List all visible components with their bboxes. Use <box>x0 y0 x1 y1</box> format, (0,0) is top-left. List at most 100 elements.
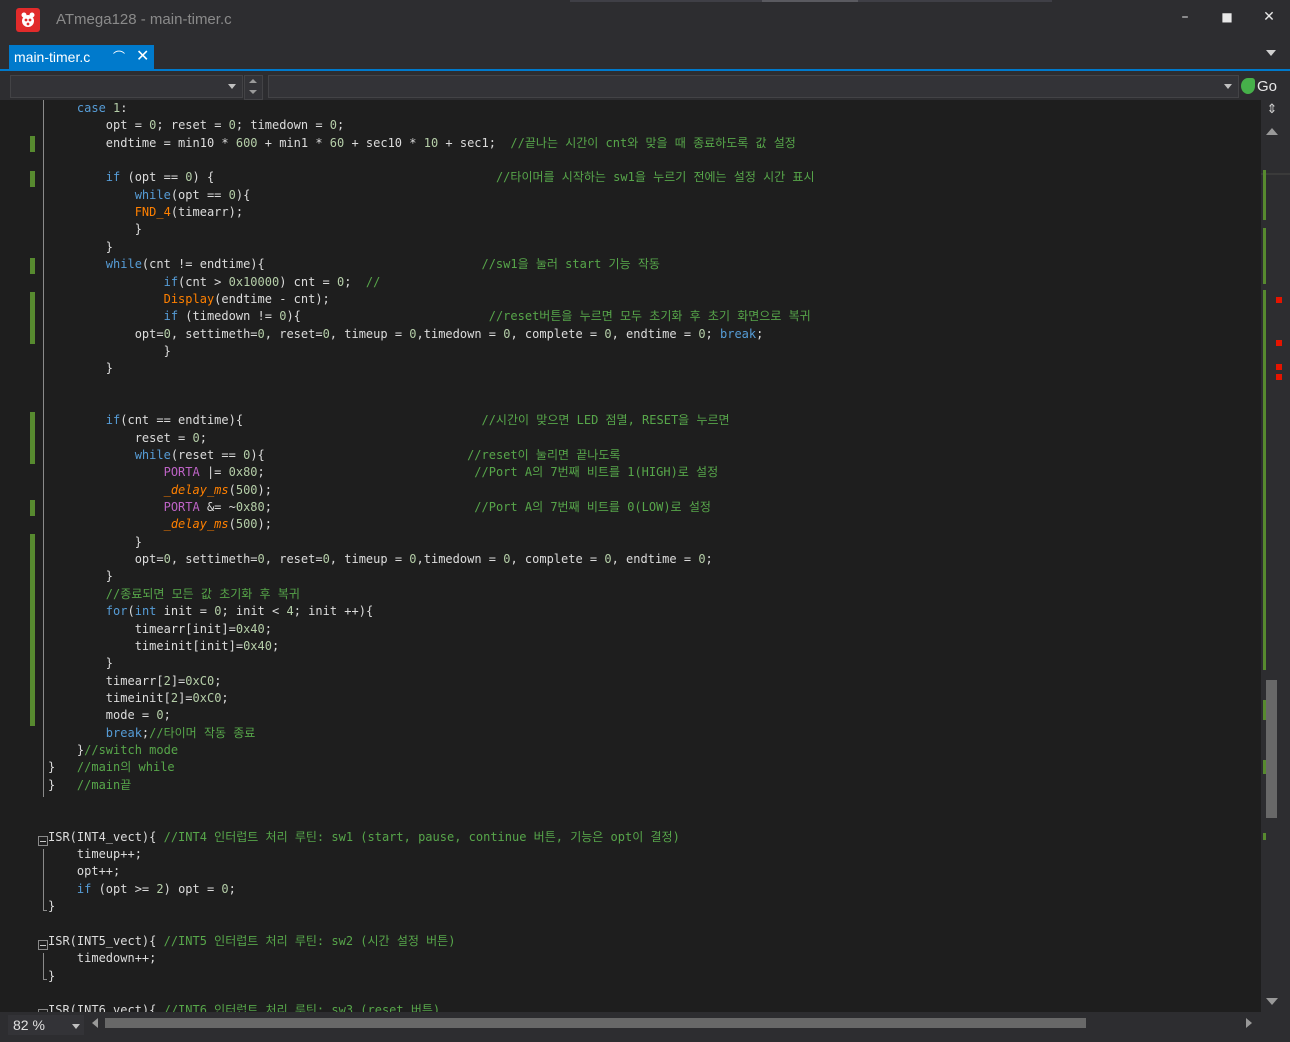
code-line[interactable]: timeinit[2]=0xC0; <box>48 690 229 707</box>
code-line[interactable]: _delay_ms(500); <box>48 516 272 533</box>
scroll-left-icon[interactable] <box>92 1018 98 1028</box>
code-token: //INT6 인터럽트 처리 루틴: sw3 (reset 버튼) <box>163 1003 441 1012</box>
collapse-toggle-icon[interactable] <box>38 836 48 846</box>
code-token: 2 <box>156 881 164 896</box>
code-line[interactable]: if (opt >= 2) opt = 0; <box>48 881 236 898</box>
code-line[interactable]: break;//타이머 작동 종료 <box>48 725 256 742</box>
code-line[interactable]: endtime = min10 * 600 + min1 * 60 + sec1… <box>48 135 796 152</box>
spin-up-icon[interactable] <box>249 79 257 83</box>
code-token: timeup++; <box>48 847 142 862</box>
maximize-button[interactable]: ■ <box>1212 6 1242 28</box>
code-token: //타이머 작동 종료 <box>149 725 256 740</box>
code-token: //INT5 인터럽트 처리 루틴: sw2 (시간 설정 버튼) <box>163 933 456 948</box>
collapse-toggle-icon[interactable] <box>38 940 48 950</box>
code-token: 0 <box>322 326 330 341</box>
close-button[interactable]: ✕ <box>1254 6 1284 28</box>
tab-list-dropdown-icon[interactable] <box>1266 50 1276 56</box>
tab-main-timer[interactable]: main-timer.c ⌒ ✕ <box>9 45 154 70</box>
document-tab-strip: main-timer.c ⌒ ✕ <box>0 42 1290 70</box>
code-line[interactable]: opt=0, settimeth=0, reset=0, timeup = 0,… <box>48 326 764 343</box>
code-line[interactable]: case 1: <box>48 100 128 117</box>
code-line[interactable]: } <box>48 655 113 672</box>
go-button[interactable]: Go <box>1238 74 1282 98</box>
code-line[interactable]: if(cnt > 0x10000) cnt = 0; // <box>48 274 381 291</box>
code-line[interactable]: } //main끝 <box>48 777 131 794</box>
tab-close-icon[interactable]: ✕ <box>136 46 149 65</box>
code-line[interactable]: Display(endtime - cnt); <box>48 291 330 308</box>
code-token: 0x80 <box>228 465 258 480</box>
minimize-button[interactable]: – <box>1170 6 1200 28</box>
code-line[interactable]: opt = 0; reset = 0; timedown = 0; <box>48 117 344 134</box>
code-line[interactable]: timeinit[init]=0x40; <box>48 638 280 655</box>
member-dropdown[interactable] <box>268 75 1239 98</box>
code-line[interactable]: opt++; <box>48 863 120 880</box>
scroll-up-icon[interactable] <box>1266 128 1278 135</box>
code-line[interactable]: } <box>48 239 113 256</box>
code-line[interactable]: timearr[init]=0x40; <box>48 621 272 638</box>
horizontal-scroll-thumb[interactable] <box>105 1018 1086 1028</box>
change-marker <box>30 500 35 516</box>
code-line[interactable]: } //main의 while <box>48 759 175 776</box>
code-line[interactable]: while(opt == 0){ <box>48 187 251 204</box>
code-line[interactable]: FND_4(timearr); <box>48 204 243 221</box>
code-line[interactable]: opt=0, settimeth=0, reset=0, timeup = 0,… <box>48 551 713 568</box>
scroll-down-icon[interactable] <box>1266 998 1278 1005</box>
code-line[interactable]: timeup++; <box>48 846 142 863</box>
code-line[interactable]: } <box>48 534 142 551</box>
code-token: } <box>48 899 56 914</box>
scope-dropdown[interactable] <box>10 75 243 98</box>
code-token: opt = <box>48 118 150 133</box>
code-line[interactable]: } <box>48 898 55 915</box>
code-token: ) { <box>192 170 496 185</box>
vertical-scroll-thumb[interactable] <box>1266 680 1277 818</box>
code-line[interactable]: if (opt == 0) { //타이머를 시작하는 sw1을 누르기 전에는… <box>48 169 815 186</box>
code-line[interactable]: } <box>48 343 171 360</box>
scope-spin-button[interactable] <box>244 75 263 100</box>
code-line[interactable]: reset = 0; <box>48 430 207 447</box>
code-line[interactable]: PORTA &= ~0x80; //Port A의 7번째 비트를 0(LOW)… <box>48 499 711 516</box>
code-line[interactable]: for(int init = 0; init < 4; init ++){ <box>48 603 373 620</box>
code-token: + sec10 * <box>344 135 424 150</box>
code-line[interactable]: timedown++; <box>48 950 156 967</box>
code-line[interactable]: if (timedown != 0){ //reset버튼을 누르면 모두 초기… <box>48 308 811 325</box>
code-token: ; <box>337 118 345 133</box>
code-line[interactable]: PORTA |= 0x80; //Port A의 7번째 비트를 1(HIGH)… <box>48 464 719 481</box>
code-line[interactable]: if(cnt == endtime){ //시간이 맞으면 LED 점멸, RE… <box>48 412 730 429</box>
scroll-change-marker <box>1263 290 1266 670</box>
pin-icon[interactable]: ⌒ <box>113 48 125 65</box>
code-line[interactable]: ISR(INT5_vect){ //INT5 인터럽트 처리 루틴: sw2 (… <box>48 933 455 950</box>
code-line[interactable]: ISR(INT4_vect){ //INT4 인터럽트 처리 루틴: sw1 (… <box>48 829 680 846</box>
code-line[interactable]: } <box>48 221 142 238</box>
code-line[interactable]: } <box>48 568 113 585</box>
code-token: 0 <box>322 552 330 567</box>
code-line[interactable]: ISR(INT6_vect){ //INT6 인터럽트 처리 루틴: sw3 (… <box>48 1002 440 1012</box>
code-line[interactable]: //종료되면 모든 값 초기화 후 복귀 <box>48 586 300 603</box>
code-token: (endtime - cnt); <box>214 291 330 306</box>
code-token: ; <box>705 552 713 567</box>
code-token: //끝나는 시간이 cnt와 맞을 때 종료하도록 값 설정 <box>510 135 796 150</box>
code-line[interactable]: } <box>48 360 113 377</box>
code-token: 0xC0 <box>192 690 222 705</box>
code-line[interactable]: timearr[2]=0xC0; <box>48 673 222 690</box>
code-token: ); <box>257 482 272 497</box>
split-window-icon[interactable]: ⇕ <box>1265 102 1279 118</box>
code-token: int <box>134 604 157 619</box>
scroll-right-icon[interactable] <box>1246 1018 1252 1028</box>
code-line[interactable]: while(cnt != endtime){ //sw1을 눌러 start 기… <box>48 256 660 273</box>
structure-guide <box>43 979 47 980</box>
code-line[interactable]: }//switch mode <box>48 742 178 759</box>
code-editor[interactable]: case 1: opt = 0; reset = 0; timedown = 0… <box>0 100 1261 1012</box>
zoom-dropdown[interactable]: 82 % <box>8 1015 84 1035</box>
code-token: break <box>48 725 142 740</box>
code-line[interactable]: while(reset == 0){ //reset이 눌리면 끝나도록 <box>48 447 621 464</box>
code-token: ){ <box>250 448 468 462</box>
spin-down-icon[interactable] <box>249 90 257 94</box>
code-token: 0 <box>604 326 612 341</box>
code-token: //시간이 맞으면 LED 점멸, RESET을 누르면 <box>481 413 730 428</box>
code-token: for <box>48 604 128 619</box>
code-line[interactable]: } <box>48 968 55 985</box>
code-token: 0xC0 <box>185 673 215 688</box>
code-line[interactable]: mode = 0; <box>48 707 171 724</box>
code-token: ; <box>271 638 280 653</box>
code-line[interactable]: _delay_ms(500); <box>48 482 272 499</box>
